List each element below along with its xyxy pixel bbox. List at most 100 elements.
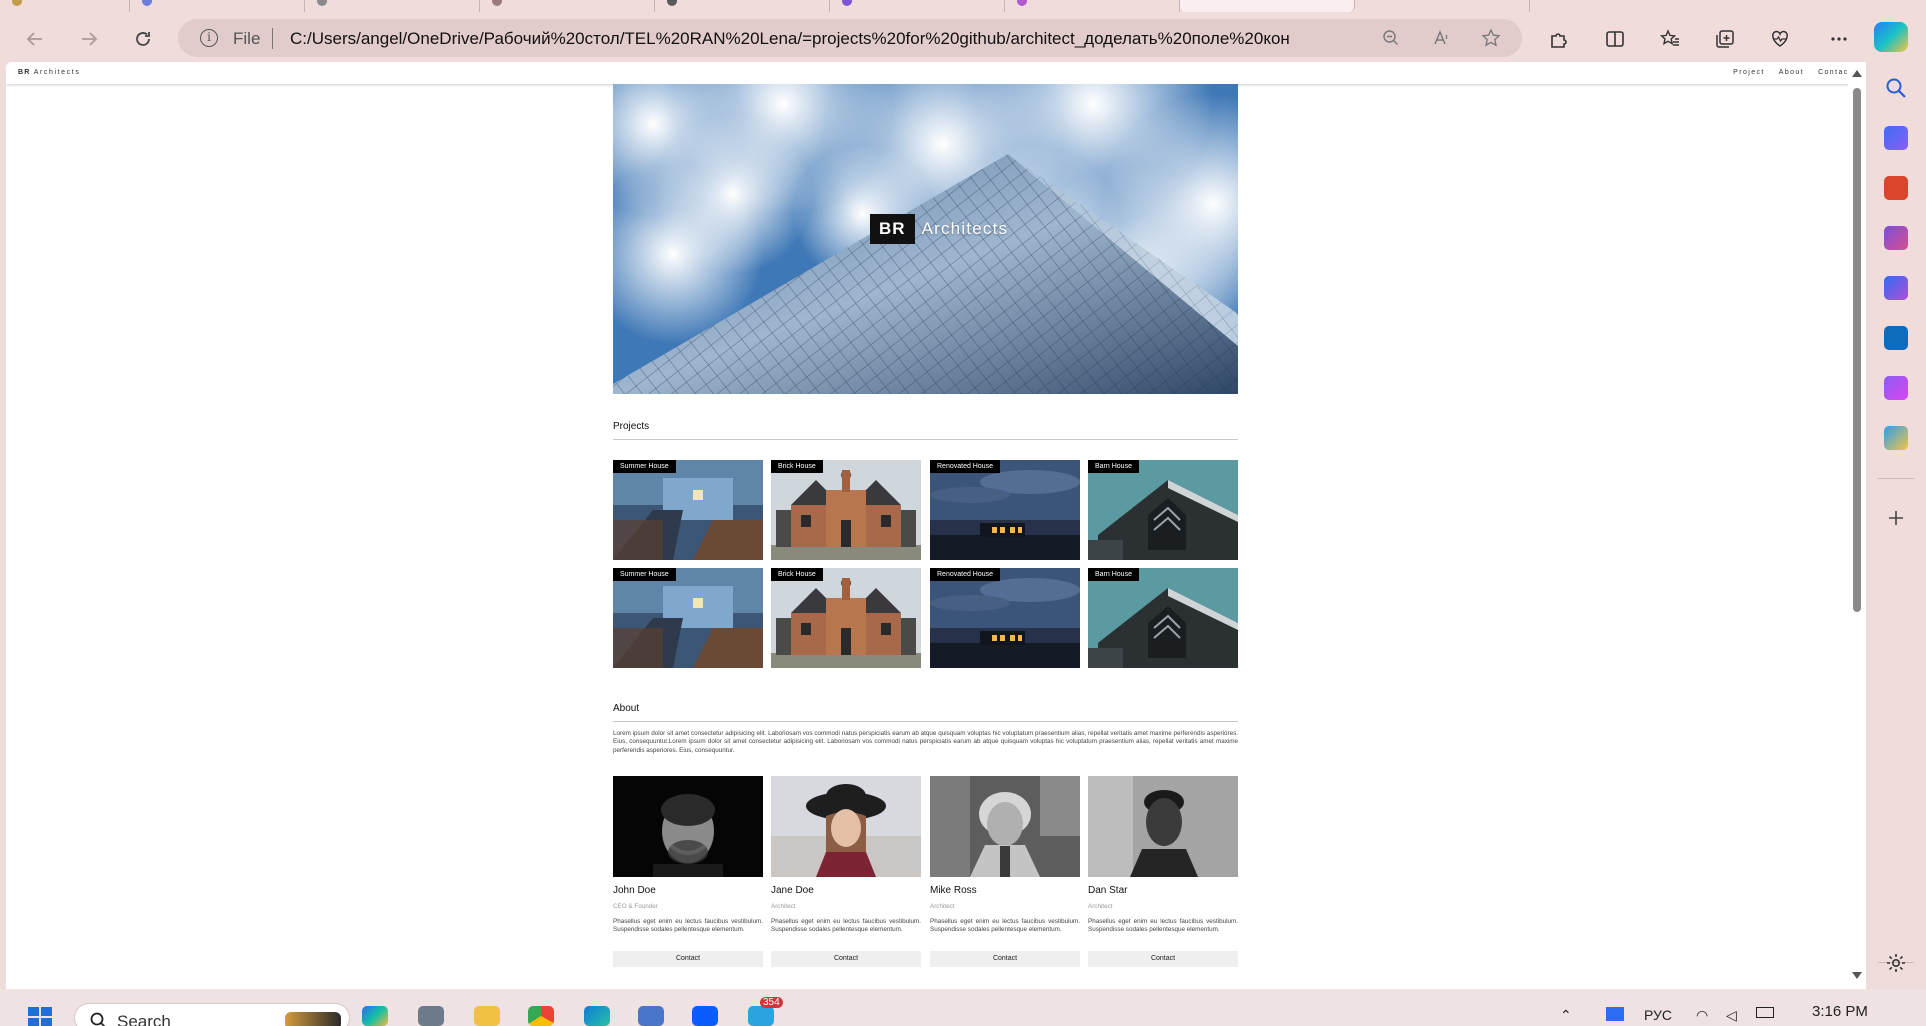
info-icon[interactable]: i bbox=[200, 29, 218, 47]
tab-favicon-icon bbox=[492, 0, 502, 6]
team-card: Mike Ross Architect Phasellus eget enim … bbox=[930, 776, 1080, 967]
nav-link-about[interactable]: About bbox=[1779, 69, 1804, 76]
tools-icon[interactable] bbox=[1884, 176, 1908, 200]
browser-tab[interactable] bbox=[1355, 0, 1530, 12]
brand-rest: Architects bbox=[33, 69, 81, 76]
project-label: Summer House bbox=[613, 568, 676, 581]
telegram-icon[interactable] bbox=[748, 1006, 774, 1026]
hero-title: BR Architects bbox=[870, 214, 1008, 244]
scroll-down-icon[interactable] bbox=[1852, 972, 1862, 979]
taskbar-clock[interactable]: 3:16 PM bbox=[1812, 1003, 1868, 1020]
scroll-thumb[interactable] bbox=[1853, 88, 1861, 612]
send-icon[interactable] bbox=[1884, 426, 1908, 450]
settings-app-icon[interactable] bbox=[418, 1006, 444, 1026]
reload-button[interactable] bbox=[128, 24, 158, 54]
split-screen-icon bbox=[1606, 31, 1624, 47]
tab-favicon-icon bbox=[842, 0, 852, 6]
project-card[interactable]: Summer House bbox=[613, 460, 763, 560]
copilot-app-icon[interactable] bbox=[362, 1006, 388, 1026]
back-button[interactable] bbox=[20, 24, 50, 54]
team-member-name: John Doe bbox=[613, 885, 656, 896]
gear-icon[interactable] bbox=[1885, 952, 1907, 974]
nav-link-contact[interactable]: Contact bbox=[1818, 69, 1852, 76]
team-member-name: Mike Ross bbox=[930, 885, 977, 896]
projects-heading: Projects bbox=[613, 421, 650, 432]
volume-icon[interactable]: ◁ bbox=[1726, 1007, 1737, 1024]
performance-button[interactable] bbox=[1765, 24, 1795, 54]
tab-strip bbox=[0, 0, 1926, 14]
avatar bbox=[771, 776, 921, 877]
nav-link-project[interactable]: Project bbox=[1733, 69, 1765, 76]
avatar bbox=[613, 776, 763, 877]
project-label: Summer House bbox=[613, 460, 676, 473]
browser-tab-active[interactable] bbox=[1180, 0, 1355, 12]
file-explorer-icon[interactable] bbox=[474, 1006, 500, 1026]
favorites-button[interactable] bbox=[1655, 24, 1685, 54]
split-screen-button[interactable] bbox=[1600, 24, 1630, 54]
tray-app-icon[interactable] bbox=[1606, 1007, 1624, 1021]
project-card[interactable]: Renovated House bbox=[930, 460, 1080, 560]
battery-icon[interactable] bbox=[1756, 1007, 1774, 1018]
edge-sidebar bbox=[1866, 62, 1926, 989]
outlook-icon[interactable] bbox=[1884, 326, 1908, 350]
project-card[interactable]: Summer House bbox=[613, 568, 763, 668]
zoom-icon[interactable] bbox=[692, 1006, 718, 1026]
contact-button[interactable]: Contact bbox=[1088, 951, 1238, 967]
taskbar-search[interactable]: Search bbox=[74, 1003, 350, 1026]
copilot-icon[interactable] bbox=[1874, 22, 1908, 52]
browser-tab[interactable] bbox=[480, 0, 655, 12]
microsoft365-icon[interactable] bbox=[1884, 276, 1908, 300]
browser-tab[interactable] bbox=[0, 0, 130, 12]
heart-pulse-icon bbox=[1772, 30, 1788, 47]
team-member-role: Architect bbox=[1088, 903, 1113, 910]
arrow-left-icon bbox=[26, 32, 42, 46]
project-card[interactable]: Brick House bbox=[771, 460, 921, 560]
language-indicator[interactable]: РУС bbox=[1644, 1007, 1672, 1023]
extensions-button[interactable] bbox=[1544, 24, 1574, 54]
wifi-icon[interactable]: ◠ bbox=[1696, 1007, 1708, 1024]
page-scrollbar[interactable] bbox=[1848, 62, 1866, 989]
contact-button[interactable]: Contact bbox=[613, 951, 763, 967]
chrome-icon[interactable] bbox=[528, 1006, 554, 1026]
address-bar[interactable]: i File C:/Users/angel/OneDrive/Рабочий%2… bbox=[178, 19, 1522, 57]
contact-button[interactable]: Contact bbox=[771, 951, 921, 967]
team-member-bio: Phasellus eget enim eu lectus faucibus v… bbox=[1088, 918, 1238, 934]
more-button[interactable] bbox=[1824, 24, 1854, 54]
project-card[interactable]: Barn House bbox=[1088, 568, 1238, 668]
tab-favicon-icon bbox=[667, 0, 677, 6]
tab-favicon-icon bbox=[142, 0, 152, 6]
url-text[interactable]: C:/Users/angel/OneDrive/Рабочий%20стол/T… bbox=[290, 29, 1290, 49]
site-logo[interactable]: BR Architects bbox=[18, 69, 80, 76]
refresh-icon bbox=[136, 32, 150, 46]
windows-start-icon[interactable] bbox=[28, 1007, 52, 1026]
project-card[interactable]: Renovated House bbox=[930, 568, 1080, 668]
browser-toolbar: i File C:/Users/angel/OneDrive/Рабочий%2… bbox=[0, 14, 1926, 62]
team-member-bio: Phasellus eget enim eu lectus faucibus v… bbox=[613, 918, 763, 934]
browser-tab[interactable] bbox=[830, 0, 1005, 12]
browser-tab[interactable] bbox=[305, 0, 480, 12]
shopping-icon[interactable] bbox=[1884, 126, 1908, 150]
edge-icon[interactable] bbox=[584, 1006, 610, 1026]
browser-tab[interactable] bbox=[130, 0, 305, 12]
chevron-up-icon[interactable]: ⌃ bbox=[1560, 1007, 1572, 1024]
avatar bbox=[1088, 776, 1238, 877]
star-icon[interactable] bbox=[1480, 27, 1502, 49]
taskbar-search-placeholder: Search bbox=[117, 1012, 171, 1026]
tab-favicon-icon bbox=[317, 0, 327, 6]
app-icon[interactable] bbox=[638, 1006, 664, 1026]
project-card[interactable]: Brick House bbox=[771, 568, 921, 668]
forward-button[interactable] bbox=[74, 24, 104, 54]
plus-icon[interactable] bbox=[1886, 508, 1906, 528]
contact-button[interactable]: Contact bbox=[930, 951, 1080, 967]
read-aloud-icon[interactable] bbox=[1430, 27, 1452, 49]
collections-button[interactable] bbox=[1710, 24, 1740, 54]
project-card[interactable]: Barn House bbox=[1088, 460, 1238, 560]
designer-icon[interactable] bbox=[1884, 376, 1908, 400]
scroll-up-icon[interactable] bbox=[1852, 70, 1862, 77]
zoom-out-icon[interactable] bbox=[1380, 27, 1402, 49]
games-icon[interactable] bbox=[1884, 226, 1908, 250]
site-nav-links: Project About Contact bbox=[1733, 69, 1852, 76]
search-icon[interactable] bbox=[1884, 76, 1908, 100]
browser-tab[interactable] bbox=[655, 0, 830, 12]
browser-tab[interactable] bbox=[1005, 0, 1180, 12]
